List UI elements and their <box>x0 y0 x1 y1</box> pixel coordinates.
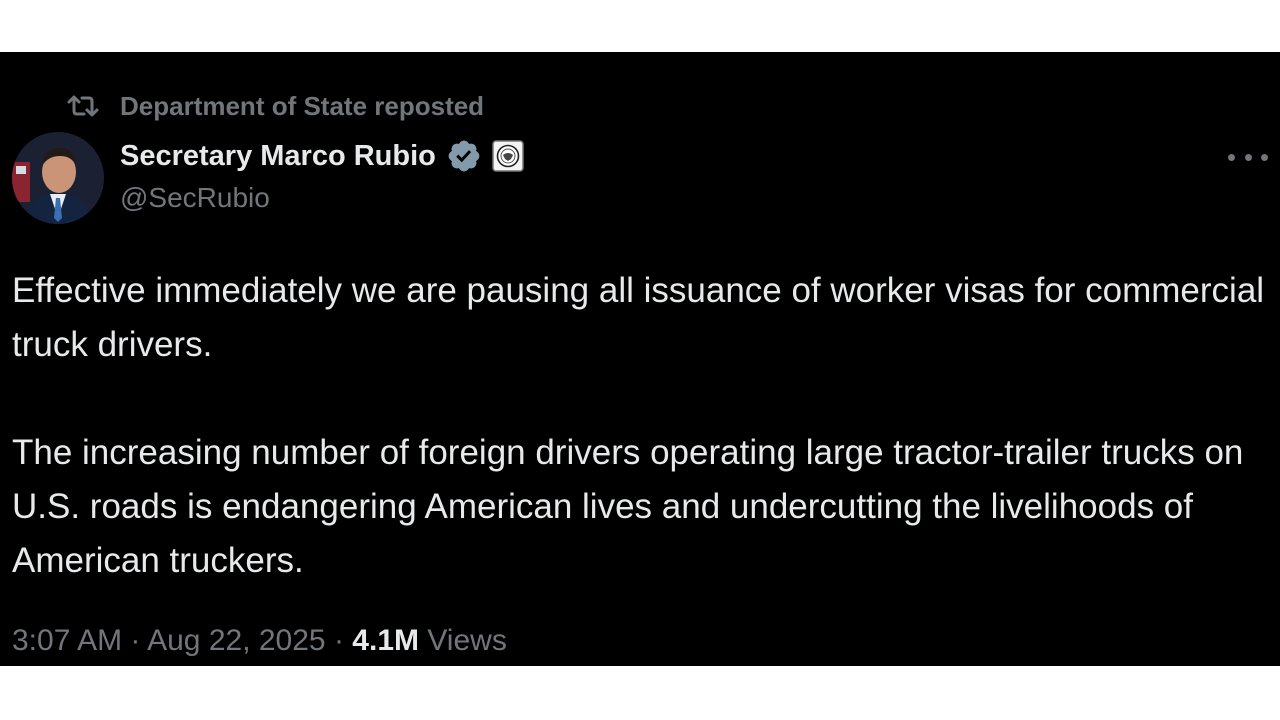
repost-indicator: Department of State reposted <box>66 90 484 122</box>
views-count: 4.1M <box>352 624 419 657</box>
tweet-meta: 3:07 AM · Aug 22, 2025 · 4.1M Views <box>12 624 507 658</box>
author-name[interactable]: Secretary Marco Rubio <box>120 140 436 173</box>
more-dot <box>1244 153 1252 161</box>
views-label: Views <box>427 624 507 657</box>
repost-icon <box>67 95 99 117</box>
author-handle[interactable]: @SecRubio <box>120 182 270 213</box>
more-dot <box>1261 153 1268 161</box>
repost-text[interactable]: Department of State reposted <box>120 91 484 122</box>
tweet-time[interactable]: 3:07 AM <box>12 624 122 657</box>
tweet-card[interactable]: Department of State reposted Secretary M… <box>0 52 1280 666</box>
author-block: Secretary Marco Rubio @SecRubio <box>120 136 524 214</box>
tweet-text: Effective immediately we are pausing all… <box>12 264 1272 588</box>
avatar[interactable] <box>12 132 104 224</box>
meta-separator: · <box>130 624 141 657</box>
state-department-seal-icon[interactable] <box>492 140 524 172</box>
more-dot <box>1228 153 1235 161</box>
avatar-image <box>12 132 104 224</box>
more-options-icon[interactable] <box>1228 144 1268 170</box>
tweet-date[interactable]: Aug 22, 2025 <box>147 624 326 657</box>
verified-badge-icon[interactable] <box>446 138 482 174</box>
tweet-paragraph: Effective immediately we are pausing all… <box>12 271 1265 364</box>
meta-separator: · <box>333 624 344 657</box>
tweet-paragraph: The increasing number of foreign drivers… <box>12 433 1244 580</box>
